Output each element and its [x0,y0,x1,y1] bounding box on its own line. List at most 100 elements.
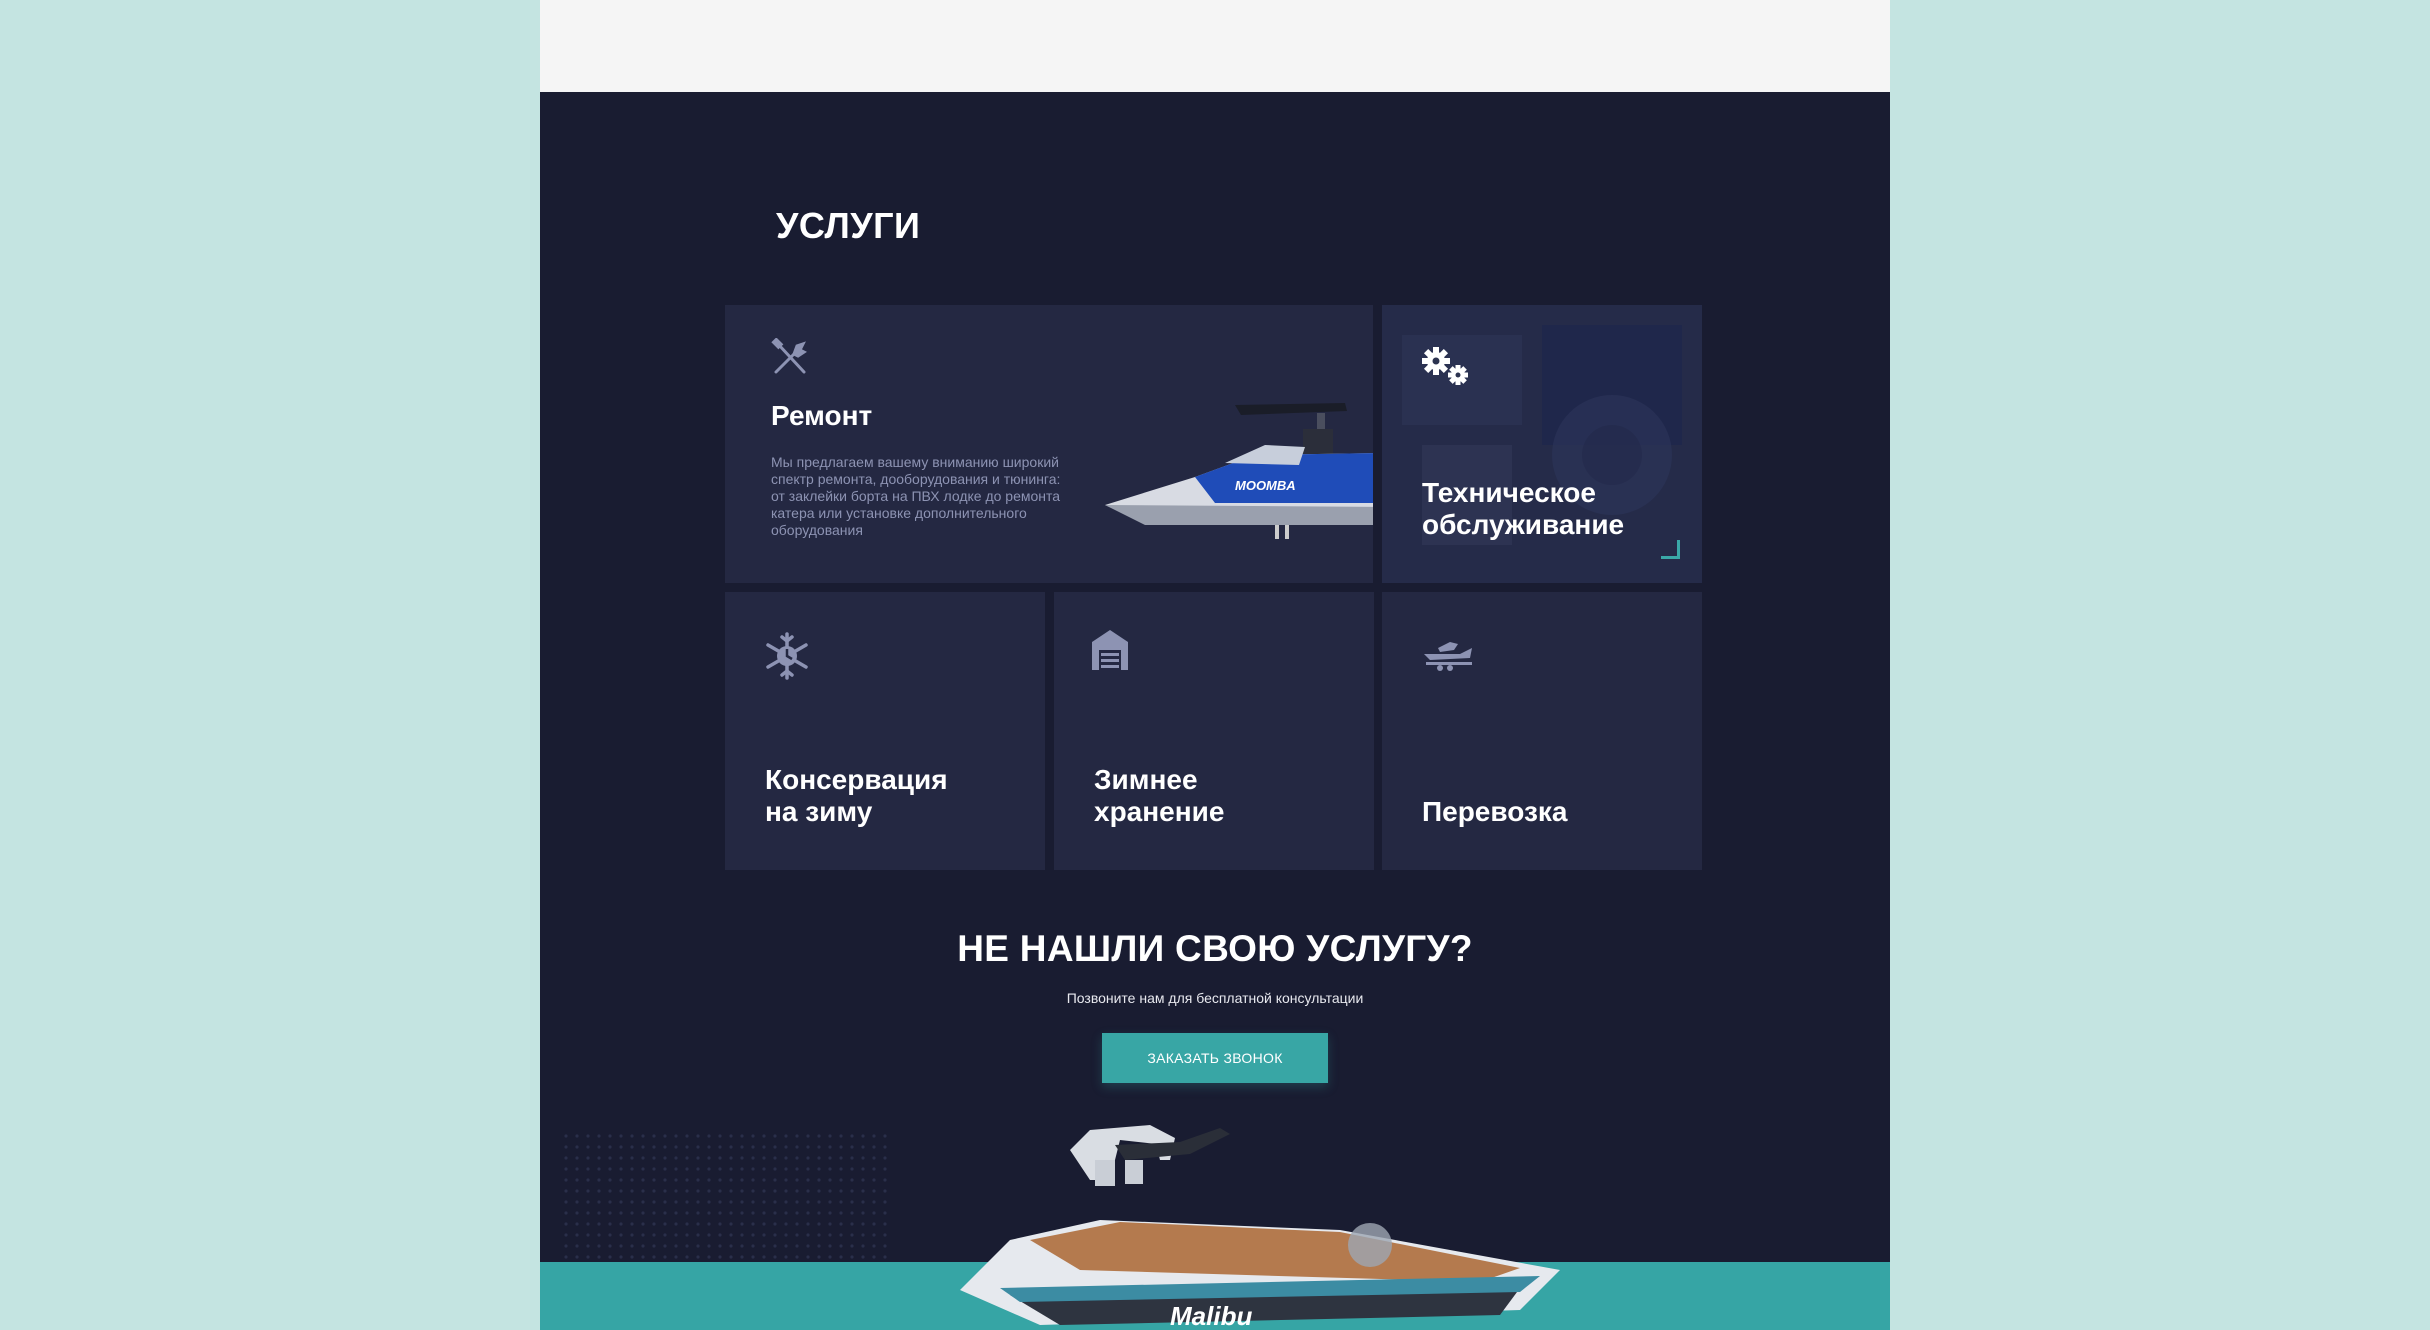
dot [817,1178,821,1182]
dot [817,1134,821,1138]
dot [773,1134,777,1138]
dot [707,1156,711,1160]
dot [795,1222,799,1226]
service-card-transport[interactable]: Перевозка [1382,592,1702,870]
dot [619,1233,623,1237]
dot [740,1211,744,1215]
dot [718,1255,722,1259]
dot [883,1189,887,1193]
dot [883,1244,887,1248]
dot [674,1211,678,1215]
dot [773,1255,777,1259]
dot [751,1178,755,1182]
dot [762,1189,766,1193]
dot [707,1167,711,1171]
dot [839,1189,843,1193]
dot [652,1145,656,1149]
dot [751,1189,755,1193]
moomba-boat-image: MOOMBA [1105,403,1373,539]
dot [641,1178,645,1182]
dot [641,1211,645,1215]
dot [663,1244,667,1248]
service-title: Консервация на зиму [765,764,948,828]
dot [597,1200,601,1204]
dot [784,1222,788,1226]
dot [685,1211,689,1215]
dot [564,1244,568,1248]
dot [817,1211,821,1215]
service-title-line2: обслуживание [1422,509,1625,540]
dot [685,1244,689,1248]
dot [773,1211,777,1215]
dot [828,1178,832,1182]
dot [564,1156,568,1160]
malibu-boat-image: Malibu [960,1125,1560,1330]
dot [762,1244,766,1248]
dot [751,1200,755,1204]
service-title: Перевозка [1422,796,1568,827]
service-card-storage[interactable]: Зимнее хранение [1054,592,1374,870]
dot [773,1178,777,1182]
dot [674,1200,678,1204]
dot [685,1145,689,1149]
dot [630,1189,634,1193]
dot [872,1189,876,1193]
order-call-button[interactable]: ЗАКАЗАТЬ ЗВОНОК [1102,1033,1328,1083]
dot [883,1178,887,1182]
dot [828,1211,832,1215]
dot [773,1200,777,1204]
dot [740,1134,744,1138]
dot [817,1244,821,1248]
dot [718,1189,722,1193]
dot [630,1244,634,1248]
dot [608,1211,612,1215]
dot [828,1244,832,1248]
dot [828,1222,832,1226]
dot [861,1178,865,1182]
dot [762,1178,766,1182]
dot [718,1244,722,1248]
dot [729,1233,733,1237]
dot [630,1200,634,1204]
dot [608,1200,612,1204]
dot [597,1145,601,1149]
dot [652,1244,656,1248]
dot [707,1200,711,1204]
dot [663,1255,667,1259]
service-card-repair[interactable]: Ремонт Мы предлагаем вашему вниманию шир… [725,305,1373,583]
dot [674,1244,678,1248]
dot [883,1233,887,1237]
dot [806,1222,810,1226]
dot [696,1244,700,1248]
dot [784,1134,788,1138]
dot [586,1211,590,1215]
dot [784,1200,788,1204]
dot [652,1178,656,1182]
service-card-winterization[interactable]: Консервация на зиму [725,592,1045,870]
service-card-maintenance[interactable]: Техническое обслуживание [1382,305,1702,583]
service-title-line2: хранение [1094,796,1225,827]
dot [630,1222,634,1226]
dot [707,1233,711,1237]
gears-icon [1422,347,1468,385]
dot [839,1211,843,1215]
service-title: Техническое обслуживание [1422,477,1624,541]
dot [762,1134,766,1138]
dot [740,1200,744,1204]
dot [729,1189,733,1193]
dot [828,1156,832,1160]
dot [663,1145,667,1149]
dot [883,1134,887,1138]
dot [608,1233,612,1237]
dot [740,1189,744,1193]
dot [718,1233,722,1237]
dot [729,1145,733,1149]
dot [795,1167,799,1171]
dot [784,1189,788,1193]
dot [674,1145,678,1149]
dot [729,1255,733,1259]
dot [751,1244,755,1248]
dot [861,1145,865,1149]
dot [575,1145,579,1149]
dot [652,1156,656,1160]
